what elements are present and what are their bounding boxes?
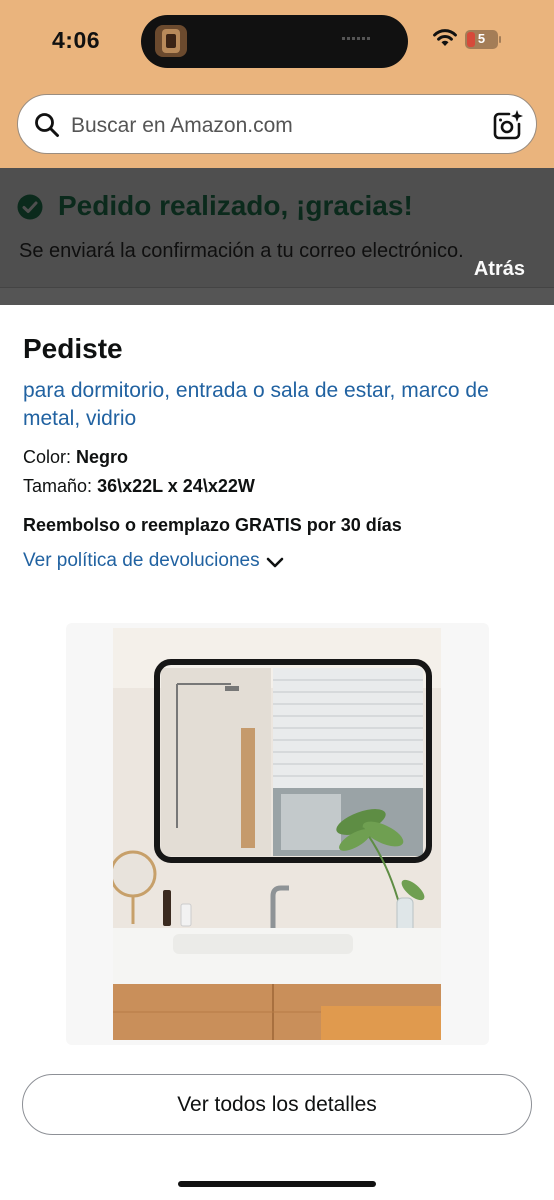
home-indicator[interactable] <box>178 1181 376 1187</box>
banner-divider <box>0 287 554 305</box>
product-image-card[interactable] <box>66 623 489 1045</box>
page-title: Pediste <box>23 333 123 364</box>
product-image <box>113 628 441 1040</box>
wifi-icon <box>433 29 457 46</box>
size-label: Tamaño: <box>23 476 93 496</box>
check-circle-icon <box>17 194 43 220</box>
search-icon <box>35 113 59 137</box>
size-value: 36\x22L x 24\x22W <box>97 476 255 496</box>
refund-info: Reembolso o reemplazo GRATIS por 30 días <box>23 515 402 535</box>
header: 4:06 5 Buscar en Amazon.com <box>0 0 554 168</box>
battery-icon: 5 <box>465 30 501 49</box>
order-confirmation-banner: Pedido realizado, ¡gracias! Se enviará l… <box>0 168 554 305</box>
size-attribute: Tamaño: 36\x22L x 24\x22W <box>23 476 255 497</box>
color-attribute: Color: Negro <box>23 447 128 468</box>
battery-percent: 5 <box>477 31 486 46</box>
confirmation-title: Pedido realizado, ¡gracias! <box>58 190 413 221</box>
search-placeholder: Buscar en Amazon.com <box>71 114 293 137</box>
return-policy-label: Ver política de devoluciones <box>23 550 260 571</box>
camera-sparkle-icon[interactable] <box>490 108 524 142</box>
audio-waveform-icon <box>342 37 372 40</box>
clock: 4:06 <box>52 27 101 53</box>
chevron-down-icon <box>266 557 283 568</box>
dynamic-island[interactable] <box>141 15 408 68</box>
color-value: Negro <box>76 447 129 467</box>
back-button[interactable]: Atrás <box>474 258 525 281</box>
search-input[interactable]: Buscar en Amazon.com <box>17 94 537 154</box>
now-playing-artwork <box>155 25 187 57</box>
product-title-link[interactable]: para dormitorio, entrada o sala de estar… <box>23 377 533 433</box>
color-label: Color: <box>23 447 72 467</box>
view-all-details-button[interactable]: Ver todos los detalles <box>22 1074 532 1135</box>
return-policy-link[interactable]: Ver política de devoluciones <box>23 550 284 572</box>
confirmation-message: Se enviará la confirmación a tu correo e… <box>19 240 464 262</box>
status-bar: 4:06 5 <box>0 0 554 84</box>
